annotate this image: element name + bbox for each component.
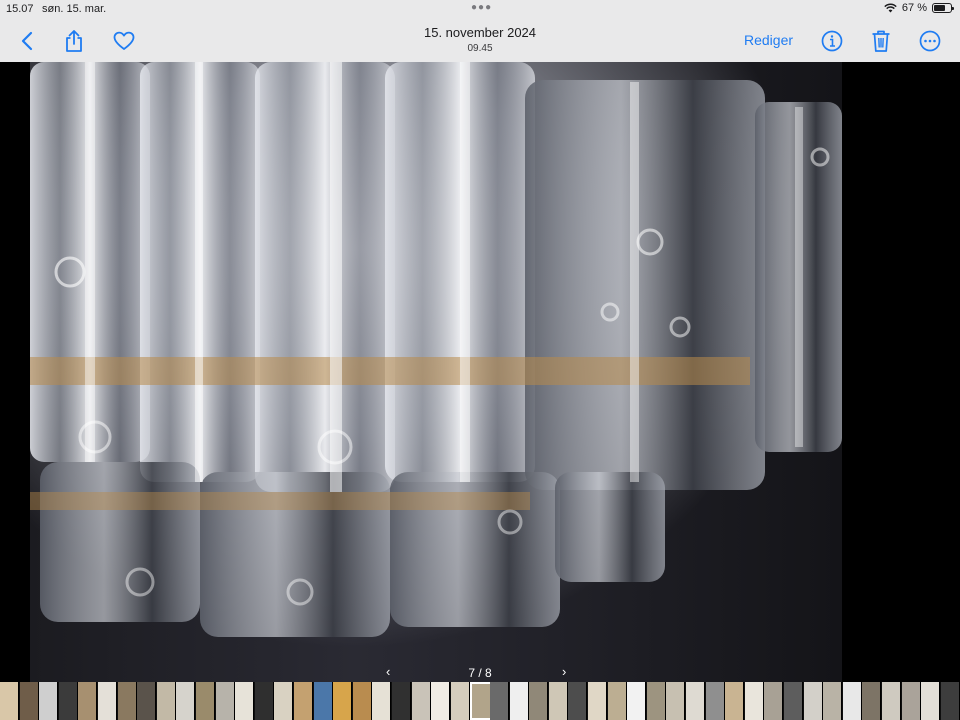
status-date: søn. 15. mar. xyxy=(42,3,107,15)
thumbnail[interactable] xyxy=(842,682,862,720)
thumbnail[interactable] xyxy=(823,682,843,720)
thumbnail[interactable] xyxy=(450,682,470,720)
thumbnail[interactable] xyxy=(39,682,59,720)
thumbnail-filmstrip[interactable] xyxy=(0,682,960,720)
thumbnail[interactable] xyxy=(58,682,78,720)
thumbnail[interactable] xyxy=(548,682,568,720)
thumbnail[interactable] xyxy=(490,682,509,720)
page-subtitle: 09.45 xyxy=(467,43,493,54)
wifi-icon xyxy=(884,3,897,13)
thumbnail[interactable] xyxy=(862,682,882,720)
thumbnail[interactable] xyxy=(313,682,333,720)
back-chevron-icon xyxy=(21,31,33,51)
thumbnail[interactable] xyxy=(588,682,607,720)
thumbnail[interactable] xyxy=(431,682,451,720)
thumbnail[interactable] xyxy=(333,682,353,720)
thumbnail[interactable] xyxy=(254,682,274,720)
thumbnail[interactable] xyxy=(274,682,294,720)
multitasking-dots-icon[interactable]: ●●● xyxy=(471,2,492,13)
more-icon xyxy=(919,30,941,52)
thumbnail[interactable] xyxy=(803,682,823,720)
thumbnail[interactable] xyxy=(117,682,137,720)
thumbnail[interactable] xyxy=(744,682,764,720)
thumbnail[interactable] xyxy=(529,682,549,720)
thumbnail[interactable] xyxy=(78,682,98,720)
thumbnail[interactable] xyxy=(0,682,19,720)
next-photo-button[interactable]: › xyxy=(562,664,566,679)
page-indicator: ‹ 7 / 8 › xyxy=(380,664,580,684)
status-time: 15.07 xyxy=(6,3,34,15)
thumbnail[interactable] xyxy=(392,682,411,720)
trash-icon xyxy=(872,30,890,52)
previous-photo-button[interactable]: ‹ xyxy=(386,664,390,679)
thumbnail[interactable] xyxy=(176,682,196,720)
share-button[interactable] xyxy=(61,28,87,54)
thumbnail[interactable] xyxy=(725,682,745,720)
thumbnail[interactable] xyxy=(940,682,960,720)
thumbnail[interactable] xyxy=(19,682,39,720)
battery-percent: 67 % xyxy=(901,2,927,14)
more-button[interactable] xyxy=(917,28,943,54)
chandelier-photo xyxy=(30,62,842,637)
thumbnail[interactable] xyxy=(568,682,588,720)
thumbnail[interactable] xyxy=(156,682,176,720)
thumbnail[interactable] xyxy=(882,682,901,720)
thumbnail[interactable] xyxy=(607,682,627,720)
thumbnail[interactable] xyxy=(921,682,941,720)
info-icon xyxy=(821,30,843,52)
thumbnail[interactable] xyxy=(784,682,803,720)
favorite-button[interactable] xyxy=(111,28,137,54)
thumbnail[interactable] xyxy=(196,682,215,720)
nav-bar: 15. november 2024 09.45 Rediger xyxy=(0,18,960,62)
thumbnail[interactable] xyxy=(294,682,313,720)
thumbnail[interactable] xyxy=(666,682,686,720)
thumbnail[interactable] xyxy=(411,682,431,720)
page-title: 15. november 2024 xyxy=(423,25,537,40)
thumbnail[interactable] xyxy=(137,682,157,720)
page-count: 7 / 8 xyxy=(468,666,492,680)
battery-icon xyxy=(932,3,954,13)
thumbnail[interactable] xyxy=(705,682,725,720)
thumbnail[interactable] xyxy=(646,682,666,720)
heart-icon xyxy=(113,31,135,50)
thumbnail[interactable] xyxy=(98,682,117,720)
thumbnail[interactable] xyxy=(372,682,392,720)
status-bar: 15.07 søn. 15. mar. ●●● 67 % xyxy=(0,0,960,18)
thumbnail[interactable] xyxy=(509,682,529,720)
photo-viewer[interactable] xyxy=(30,62,842,682)
thumbnail[interactable] xyxy=(901,682,921,720)
thumbnail[interactable] xyxy=(686,682,705,720)
status-right: 67 % xyxy=(884,2,954,14)
battery-fill xyxy=(934,5,945,11)
share-icon xyxy=(66,30,82,52)
thumbnail[interactable] xyxy=(215,682,235,720)
thumbnail[interactable] xyxy=(764,682,784,720)
thumbnail[interactable] xyxy=(627,682,647,720)
back-button[interactable] xyxy=(14,28,40,54)
thumbnail[interactable] xyxy=(352,682,372,720)
info-button[interactable] xyxy=(819,28,845,54)
delete-button[interactable] xyxy=(868,28,894,54)
thumbnail[interactable] xyxy=(235,682,255,720)
edit-button[interactable]: Rediger xyxy=(744,32,793,48)
